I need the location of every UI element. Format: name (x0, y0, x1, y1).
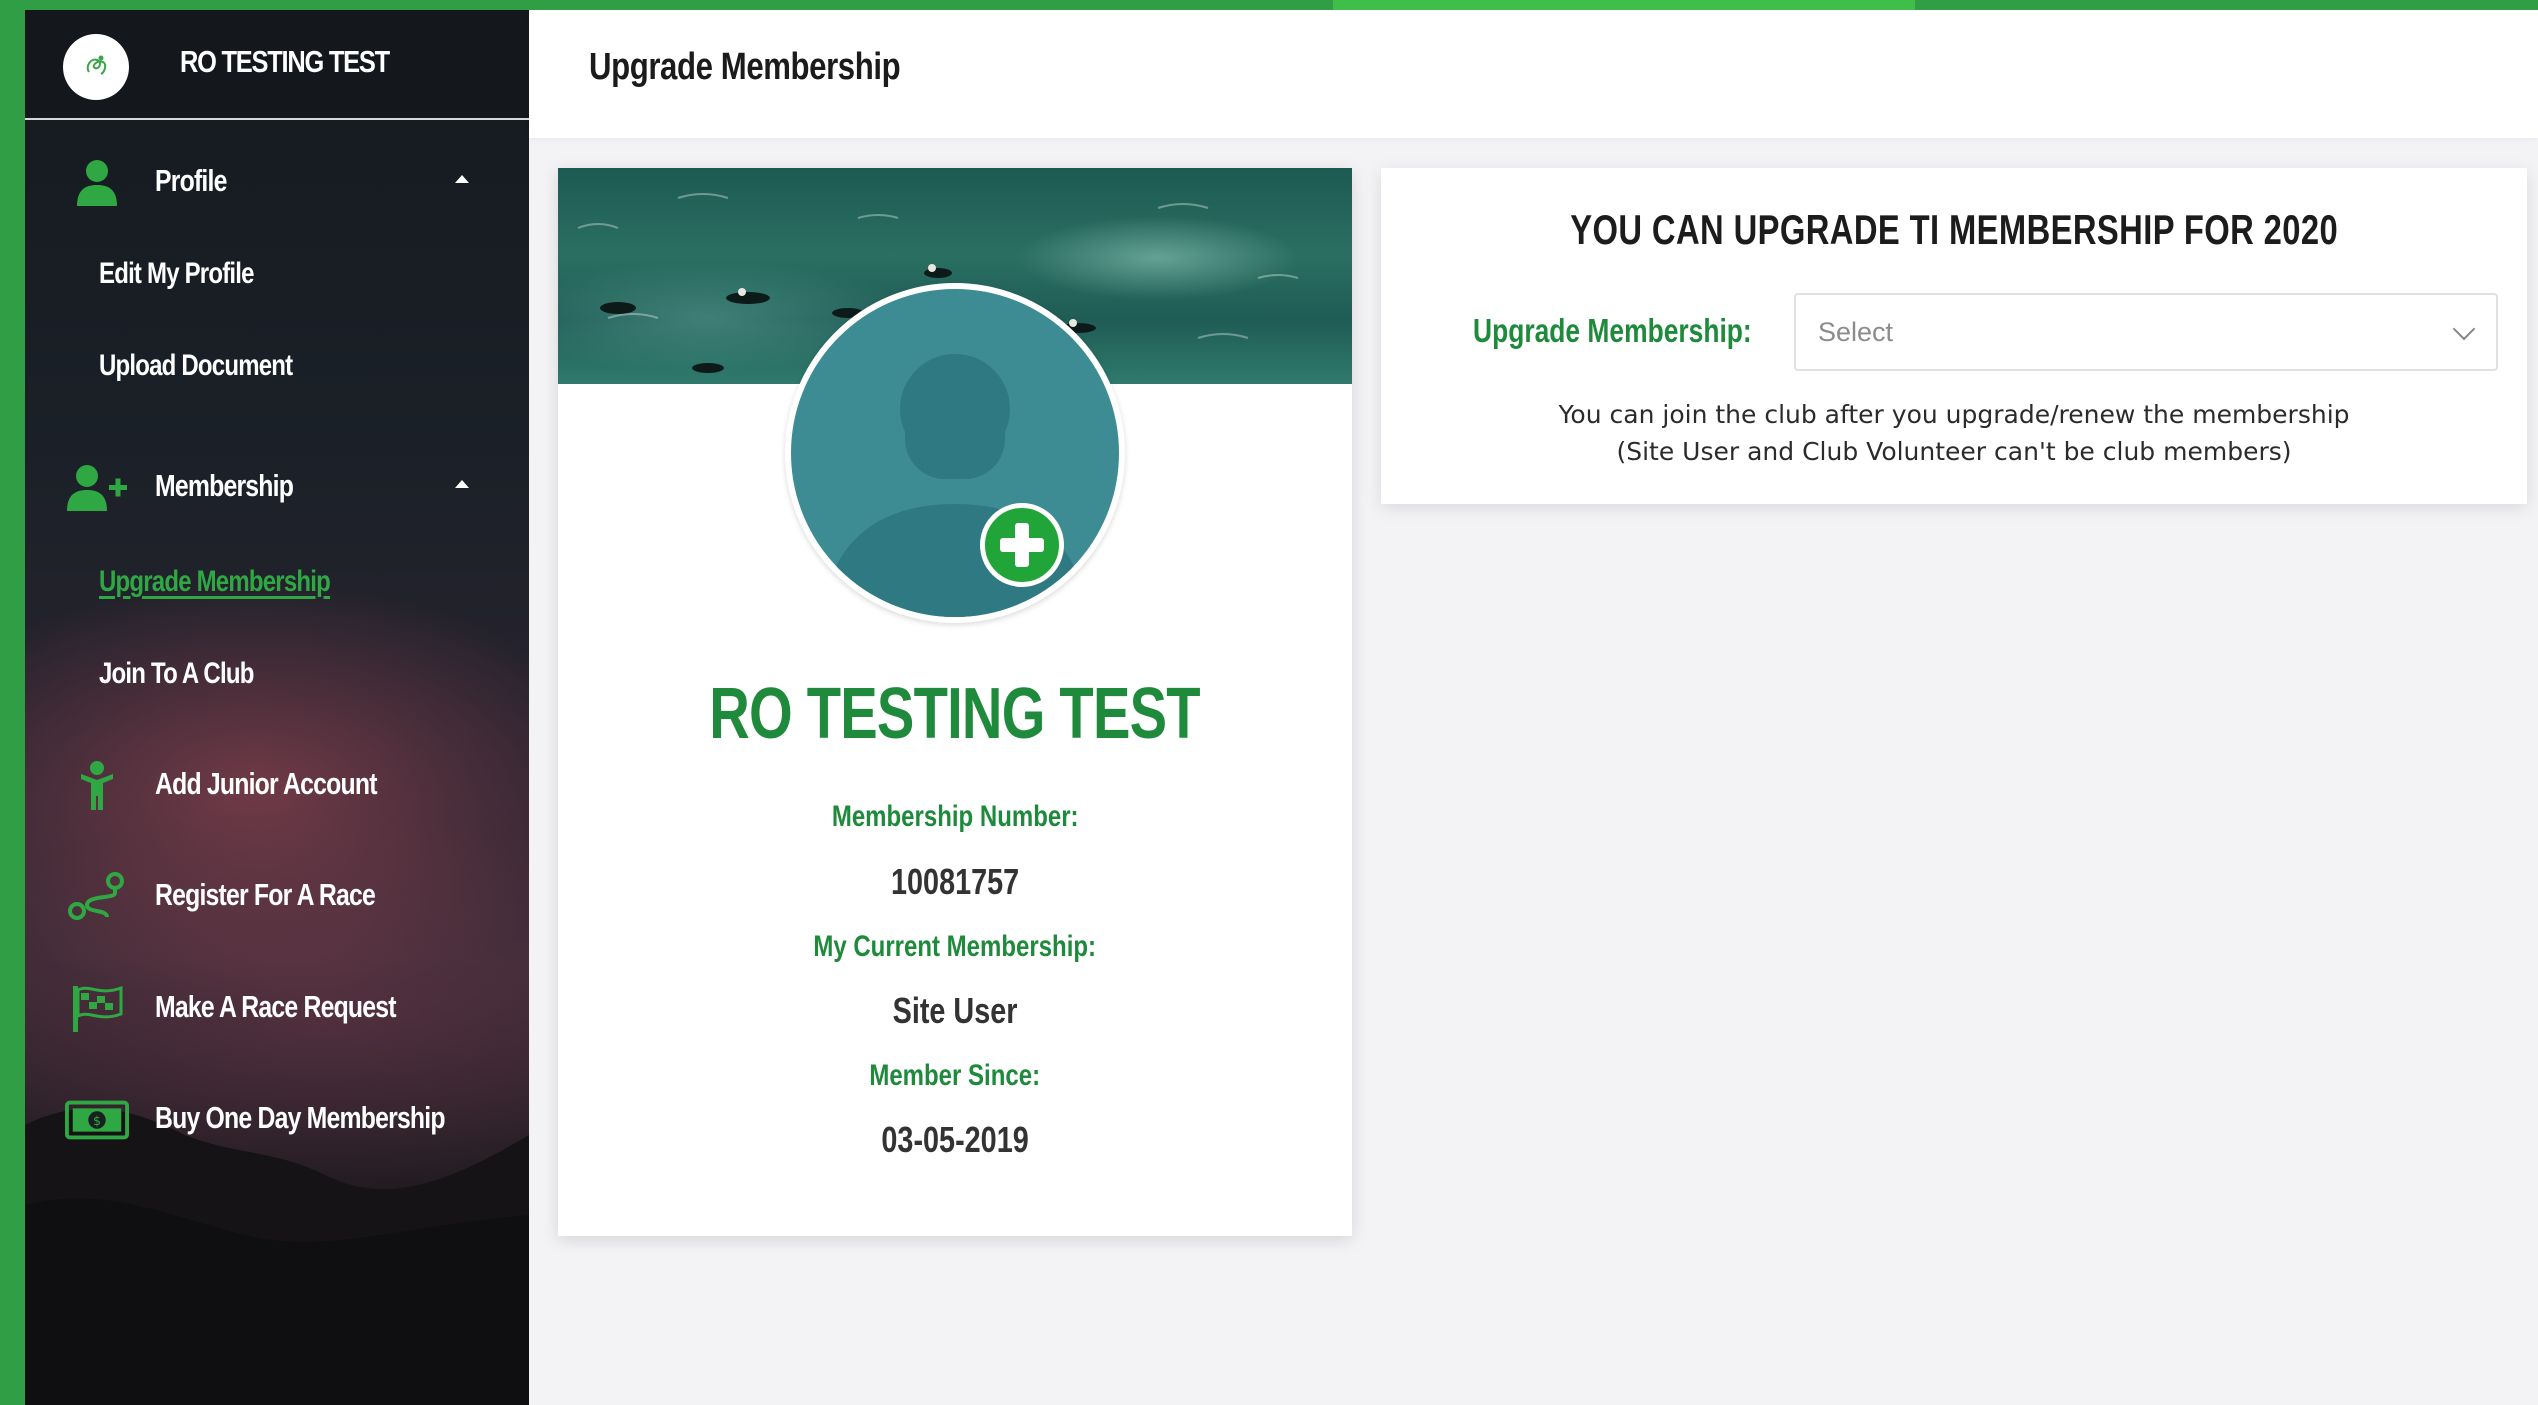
profile-card: RO TESTING TEST Membership Number: 10081… (558, 168, 1352, 1236)
sidebar-item-label: Profile (155, 163, 227, 198)
upgrade-heading: YOU CAN UPGRADE TI MEMBERSHIP FOR 2020 (1570, 206, 2338, 253)
sidebar-header: RO TESTING TEST (25, 10, 529, 120)
page-title: Upgrade Membership (589, 46, 901, 88)
money-bill-icon: $ (65, 1092, 129, 1148)
select-placeholder: Select (1818, 317, 1894, 347)
app-title: RO TESTING TEST (180, 44, 390, 79)
upgrade-note-line-2: (Site User and Club Volunteer can't be c… (1616, 437, 2292, 466)
upgrade-panel: YOU CAN UPGRADE TI MEMBERSHIP FOR 2020 U… (1381, 168, 2527, 504)
app-frame: RO TESTING TEST Profile Edit My Profile … (0, 0, 2538, 1405)
top-accent-strip (0, 0, 2538, 10)
avatar[interactable] (785, 283, 1125, 623)
route-icon (65, 869, 129, 925)
plus-icon (1000, 523, 1044, 567)
sidebar-item-label: Membership (155, 468, 294, 503)
sidebar-item-race-request[interactable]: Make A Race Request (25, 971, 529, 1041)
membership-number-value: 10081757 (890, 861, 1020, 902)
member-since-value: 03-05-2019 (881, 1119, 1029, 1160)
sidebar-subitem-join-club[interactable]: Join To A Club (99, 657, 254, 691)
current-membership-label: My Current Membership: (813, 930, 1097, 963)
sidebar-subitem-edit-profile[interactable]: Edit My Profile (99, 257, 254, 291)
sidebar-item-label: Make A Race Request (155, 989, 397, 1024)
sidebar-subitem-upgrade-membership[interactable]: Upgrade Membership (99, 565, 331, 599)
add-photo-button[interactable] (980, 503, 1064, 587)
sidebar-subitem-upload-document[interactable]: Upload Document (99, 349, 293, 383)
caret-up-icon (455, 480, 469, 488)
caret-up-icon (455, 175, 469, 183)
sidebar-item-membership[interactable]: Membership (25, 450, 529, 520)
left-accent-edge (0, 0, 25, 1405)
upgrade-membership-select[interactable]: Select (1794, 293, 2498, 371)
upgrade-membership-label: Upgrade Membership: (1473, 312, 1752, 349)
svg-text:$: $ (93, 1113, 101, 1128)
sidebar-item-label: Register For A Race (155, 877, 376, 912)
sidebar-item-label: Add Junior Account (155, 766, 377, 801)
membership-number-label: Membership Number: (831, 800, 1079, 833)
sidebar-item-add-junior-account[interactable]: Add Junior Account (25, 748, 529, 818)
sidebar: RO TESTING TEST Profile Edit My Profile … (25, 10, 529, 1405)
chevron-down-icon (2452, 317, 2476, 341)
member-name: RO TESTING TEST (709, 674, 1201, 754)
checkered-flag-icon (65, 981, 129, 1037)
sidebar-item-register-race[interactable]: Register For A Race (25, 859, 529, 929)
child-icon (65, 758, 129, 814)
sidebar-item-buy-day-membership[interactable]: $ Buy One Day Membership (25, 1082, 529, 1152)
sidebar-background-mountains (25, 1108, 529, 1405)
user-plus-icon (65, 460, 129, 516)
page-header: Upgrade Membership (529, 10, 2538, 138)
sidebar-item-label: Buy One Day Membership (155, 1100, 446, 1135)
upgrade-note-line-1: You can join the club after you upgrade/… (1558, 400, 2350, 429)
current-membership-value: Site User (892, 990, 1018, 1031)
app-logo-icon[interactable] (63, 34, 129, 100)
sidebar-item-profile[interactable]: Profile (25, 145, 529, 215)
member-since-label: Member Since: (869, 1059, 1041, 1092)
user-icon (65, 155, 129, 211)
